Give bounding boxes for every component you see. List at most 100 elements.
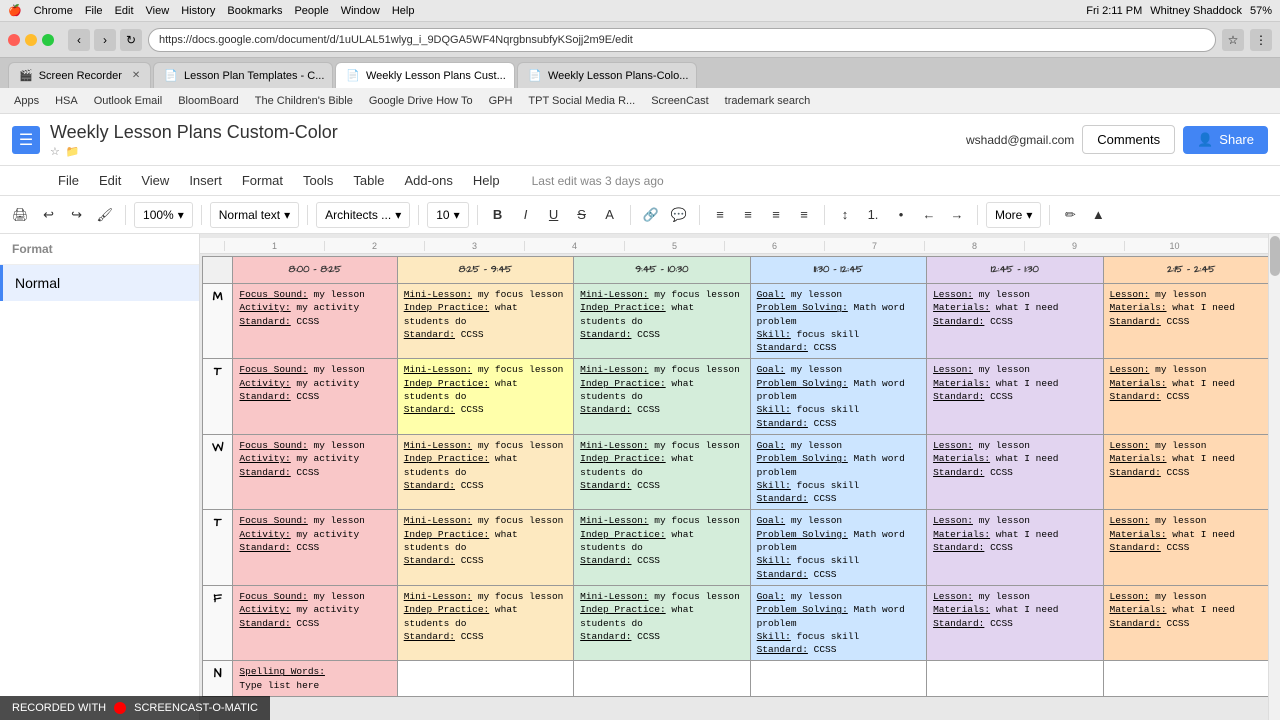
lesson-cell[interactable]: Goal: my lessonProblem Solving: Math wor…	[750, 510, 926, 585]
folder-icon[interactable]: 📁	[66, 145, 80, 158]
window-maximize-button[interactable]	[42, 34, 54, 46]
lesson-cell[interactable]: Mini-Lesson: my focus lessonIndep Practi…	[574, 510, 750, 585]
lesson-cell[interactable]: Lesson: my lessonMaterials: what I needS…	[927, 585, 1103, 660]
text-color-button[interactable]: A	[598, 202, 622, 228]
tab-screen-recorder[interactable]: 🎬 Screen Recorder ✕	[8, 62, 151, 88]
style-dropdown[interactable]: Normal text ▾	[210, 202, 299, 228]
italic-button[interactable]: I	[514, 202, 538, 228]
lesson-cell[interactable]: Lesson: my lessonMaterials: what I needS…	[1103, 510, 1279, 585]
share-button[interactable]: 👤 Share	[1183, 126, 1268, 154]
print-button[interactable]: 🖨	[8, 202, 33, 228]
tab-lesson-templates[interactable]: 📄 Lesson Plan Templates - C... ✕	[153, 62, 333, 88]
bookmark-trademark[interactable]: trademark search	[719, 93, 817, 109]
tab-weekly-color[interactable]: 📄 Weekly Lesson Plans-Colo... ✕	[517, 62, 697, 88]
strikethrough-button[interactable]: S	[570, 202, 594, 228]
window-close-button[interactable]	[8, 34, 20, 46]
lesson-cell[interactable]: Goal: my lessonProblem Solving: Math wor…	[750, 434, 926, 509]
lesson-cell[interactable]: Mini-Lesson: my focus lessonIndep Practi…	[397, 510, 573, 585]
star-icon[interactable]: ☆	[50, 145, 60, 158]
back-button[interactable]: ‹	[68, 29, 90, 51]
indent-more-button[interactable]: →	[945, 202, 969, 228]
justify-button[interactable]: ≡	[792, 202, 816, 228]
font-size-dropdown[interactable]: 10 ▾	[427, 202, 468, 228]
scrollbar-right[interactable]	[1268, 234, 1280, 720]
comment-button[interactable]: 💬	[667, 202, 691, 228]
lesson-cell[interactable]: Lesson: my lessonMaterials: what I needS…	[1103, 284, 1279, 359]
undo-button[interactable]: ↩	[37, 202, 61, 228]
document-title[interactable]: Weekly Lesson Plans Custom-Color	[50, 122, 956, 143]
edit-mode-button[interactable]: ✏	[1058, 202, 1082, 228]
collapse-toolbar-button[interactable]: ▲	[1086, 202, 1110, 228]
lesson-cell[interactable]: Goal: my lessonProblem Solving: Math wor…	[750, 284, 926, 359]
menu-edit[interactable]: Edit	[91, 169, 129, 192]
bookmark-apps[interactable]: Apps	[8, 93, 45, 109]
menu-file[interactable]: File	[50, 169, 87, 192]
lesson-cell[interactable]: Mini-Lesson: my focus lessonIndep Practi…	[397, 359, 573, 434]
bookmarks-menu[interactable]: Bookmarks	[227, 5, 282, 17]
lesson-cell[interactable]: Goal: my lessonProblem Solving: Math wor…	[750, 359, 926, 434]
bookmark-bible[interactable]: The Children's Bible	[249, 93, 359, 109]
lesson-cell[interactable]: Lesson: my lessonMaterials: what I needS…	[1103, 585, 1279, 660]
font-dropdown[interactable]: Architects ... ▾	[316, 202, 410, 228]
lesson-cell[interactable]: Lesson: my lessonMaterials: what I needS…	[927, 359, 1103, 434]
format-normal-item[interactable]: Normal	[0, 265, 199, 301]
scroll-thumb[interactable]	[1270, 236, 1280, 276]
lesson-cell[interactable]	[750, 661, 926, 697]
apple-menu-icon[interactable]: 🍎	[8, 4, 22, 17]
bold-button[interactable]: B	[486, 202, 510, 228]
help-menu[interactable]: Help	[392, 5, 415, 17]
lesson-cell[interactable]: Lesson: my lessonMaterials: what I needS…	[1103, 434, 1279, 509]
lesson-cell[interactable]: Focus Sound: my lessonActivity: my activ…	[233, 284, 397, 359]
tab-weekly-custom[interactable]: 📄 Weekly Lesson Plans Cust... ✕	[335, 62, 515, 88]
menu-tools[interactable]: Tools	[295, 169, 341, 192]
menu-format[interactable]: Format	[234, 169, 291, 192]
paint-format-button[interactable]: 🖌	[93, 202, 118, 228]
menu-help[interactable]: Help	[465, 169, 508, 192]
bookmark-tpt[interactable]: TPT Social Media R...	[522, 93, 641, 109]
lesson-cell[interactable]	[927, 661, 1103, 697]
bookmark-outlook[interactable]: Outlook Email	[88, 93, 168, 109]
bookmark-button[interactable]: ☆	[1222, 29, 1244, 51]
lesson-cell[interactable]: Focus Sound: my lessonActivity: my activ…	[233, 434, 397, 509]
forward-button[interactable]: ›	[94, 29, 116, 51]
lesson-cell[interactable]: Mini-Lesson: my focus lessonIndep Practi…	[574, 284, 750, 359]
bookmark-gdrive[interactable]: Google Drive How To	[363, 93, 479, 109]
people-menu[interactable]: People	[294, 5, 328, 17]
zoom-dropdown[interactable]: 100% ▾	[134, 202, 193, 228]
lesson-cell[interactable]: Focus Sound: my lessonActivity: my activ…	[233, 359, 397, 434]
align-center-button[interactable]: ≡	[736, 202, 760, 228]
lesson-cell[interactable]: Goal: my lessonProblem Solving: Math wor…	[750, 585, 926, 660]
lesson-cell[interactable]: Mini-Lesson: my focus lessonIndep Practi…	[397, 434, 573, 509]
bookmark-screencast[interactable]: ScreenCast	[645, 93, 714, 109]
lesson-cell[interactable]: Mini-Lesson: my focus lessonIndep Practi…	[397, 585, 573, 660]
bookmark-gph[interactable]: GPH	[483, 93, 519, 109]
lesson-cell[interactable]: Mini-Lesson: my focus lessonIndep Practi…	[397, 284, 573, 359]
numbered-list-button[interactable]: 1.	[861, 202, 885, 228]
comments-button[interactable]: Comments	[1082, 125, 1175, 154]
menu-view[interactable]: View	[133, 169, 177, 192]
view-menu[interactable]: View	[146, 5, 170, 17]
address-bar[interactable]: https://docs.google.com/document/d/1uULA…	[148, 28, 1216, 52]
file-menu[interactable]: File	[85, 5, 103, 17]
lesson-cell[interactable]: Spelling Words:Type list here	[233, 661, 397, 697]
menu-insert[interactable]: Insert	[181, 169, 230, 192]
bookmark-bloomboard[interactable]: BloomBoard	[172, 93, 245, 109]
link-button[interactable]: 🔗	[639, 202, 663, 228]
window-menu[interactable]: Window	[341, 5, 380, 17]
redo-button[interactable]: ↪	[65, 202, 89, 228]
extensions-button[interactable]: ⋮	[1250, 29, 1272, 51]
more-dropdown[interactable]: More ▾	[986, 202, 1041, 228]
menu-table[interactable]: Table	[345, 169, 392, 192]
line-spacing-button[interactable]: ↕	[833, 202, 857, 228]
underline-button[interactable]: U	[542, 202, 566, 228]
lesson-cell[interactable]: Mini-Lesson: my focus lessonIndep Practi…	[574, 434, 750, 509]
bookmark-hsa[interactable]: HSA	[49, 93, 84, 109]
window-minimize-button[interactable]	[25, 34, 37, 46]
lesson-cell[interactable]: Focus Sound: my lessonActivity: my activ…	[233, 585, 397, 660]
docs-menu-icon[interactable]: ☰	[12, 126, 40, 154]
menu-addons[interactable]: Add-ons	[396, 169, 460, 192]
tab-close-icon[interactable]: ✕	[132, 70, 140, 81]
lesson-cell[interactable]	[574, 661, 750, 697]
lesson-cell[interactable]: Lesson: my lessonMaterials: what I needS…	[1103, 359, 1279, 434]
lesson-cell[interactable]	[397, 661, 573, 697]
